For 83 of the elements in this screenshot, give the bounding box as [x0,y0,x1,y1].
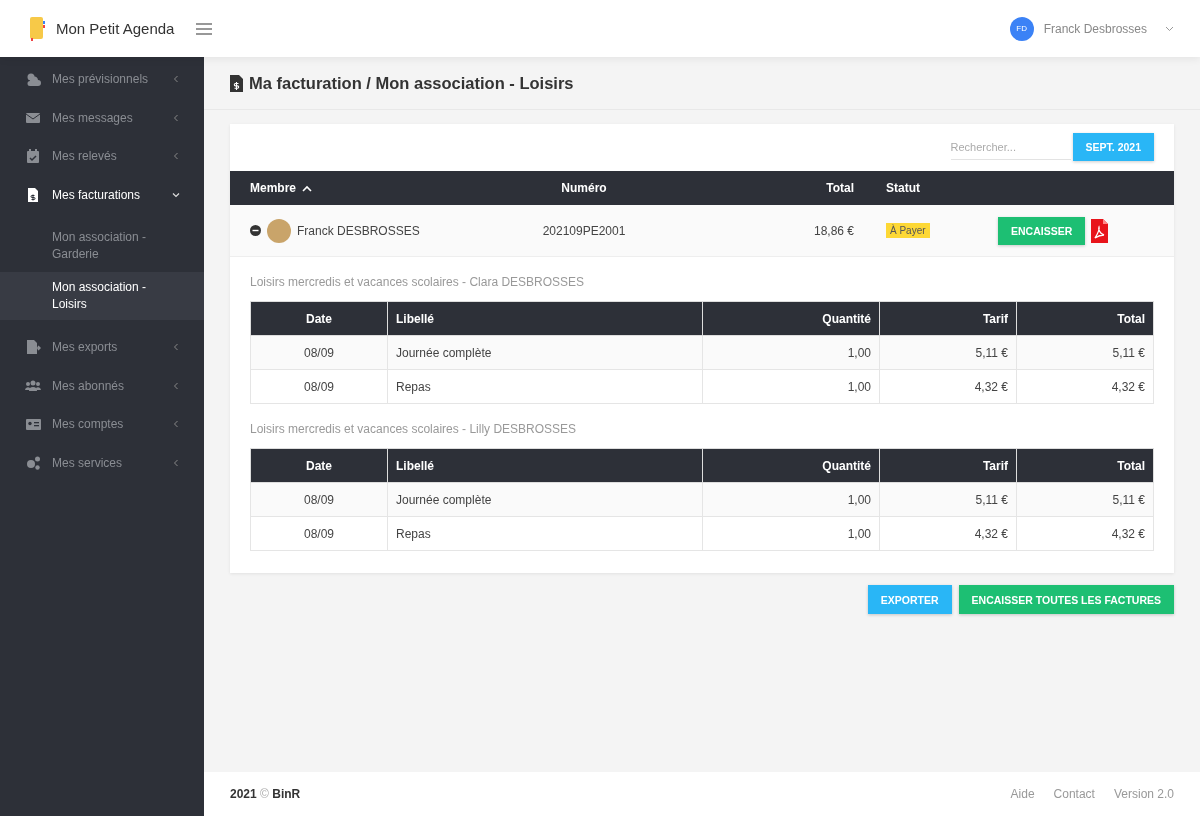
sidebar-item[interactable]: Mes facturations [0,175,204,214]
table-cell: 4,32 € [879,516,1017,551]
table-cell: 4,32 € [1016,516,1154,551]
menu-icon[interactable] [196,22,213,35]
detail-title: Loisirs mercredis et vacances scolaires - Lilly DESBROSSES [250,422,578,436]
sidebar-item[interactable]: Mes abonnés [0,366,204,405]
chevron-down-icon [172,190,180,199]
column-header[interactable]: Numéro [561,181,607,195]
column-header: Libellé [387,448,703,483]
column-header: Date [250,301,388,336]
sort-up-icon[interactable] [302,184,312,192]
sidebar-item[interactable]: Mes services [0,443,204,482]
notebook-icon [28,15,46,42]
invoice-icon [230,74,243,92]
table-cell: 5,11 € [879,335,1017,370]
sidebar-item[interactable]: Mes relevés [0,137,204,176]
table-cell: Journée complète [387,482,703,517]
column-header[interactable]: Total [826,181,854,195]
column-header: Tarif [879,301,1017,336]
table-cell: 08/09 [250,482,388,517]
invoice-icon [25,186,41,203]
id-card-icon [25,416,41,433]
user-name[interactable]: Franck Desbrosses [1043,21,1147,36]
submenu-item[interactable]: Mon association - Loisirs [0,272,204,320]
status-badge: À Payer [886,223,930,238]
sidebar-item[interactable]: Mes prévisionnels [0,60,204,99]
page-title: Ma facturation / Mon association - Loisirs [249,73,574,93]
footer-link[interactable]: Aide [1010,787,1035,801]
table-cell: 5,11 € [879,482,1017,517]
footer-link[interactable]: Contact [1053,787,1095,801]
table-cell: 1,00 [702,516,880,551]
footer-link[interactable]: Version 2.0 [1113,787,1174,801]
table-cell: 08/09 [250,516,388,551]
chevron-left-icon [172,381,180,390]
column-header: Quantité [702,448,880,483]
cash-in-button[interactable]: ENCAISSER [998,216,1086,245]
column-header[interactable]: Statut [886,181,920,195]
sidebar-item[interactable]: Mes comptes [0,405,204,444]
column-header: Total [1016,448,1154,483]
table-cell: 5,11 € [1016,335,1154,370]
chevron-left-icon [172,458,180,467]
invoice-number: 202109PE2001 [541,223,627,238]
table-cell: Repas [387,369,703,404]
table-cell: 5,11 € [1016,482,1154,517]
cash-in-all-button[interactable]: ENCAISSER TOUTES LES FACTURES [958,585,1174,614]
detail-title: Loisirs mercredis et vacances scolaires - Clara DESBROSSES [250,275,586,289]
sidebar-item[interactable]: Mes exports [0,328,204,367]
calendar-check-icon [25,148,41,165]
app-title: Mon Petit Agenda [56,20,175,37]
column-header[interactable]: Membre [250,181,296,195]
column-header: Total [1016,301,1154,336]
month-button[interactable]: SEPT. 2021 [1072,133,1154,161]
table-cell: 4,32 € [1016,369,1154,404]
table-cell: 1,00 [702,482,880,517]
chevron-left-icon [172,152,180,161]
collapse-icon[interactable] [250,225,261,236]
table-cell: 4,32 € [879,369,1017,404]
column-header: Libellé [387,301,703,336]
table-cell: 1,00 [702,335,880,370]
file-export-icon [25,339,41,356]
table-cell: Journée complète [387,335,703,370]
user-avatar[interactable]: FD [1009,16,1034,41]
export-button[interactable]: EXPORTER [867,585,952,614]
chevron-left-icon [172,420,180,429]
avatar-photo-placeholder [267,218,291,243]
copyright-text: 2021 © BinR [230,787,301,801]
invoice-row[interactable]: Franck DESBROSSES 202109PE2001 18,86 € À Payer ENCAISSER [230,205,1174,257]
table-cell: 1,00 [702,369,880,404]
table-cell: 08/09 [250,335,388,370]
chevron-left-icon [172,343,180,352]
chevron-left-icon [172,113,180,122]
column-header: Quantité [702,301,880,336]
sidebar-item[interactable]: Mes messages [0,98,204,137]
column-header: Date [250,448,388,483]
column-header: Tarif [879,448,1017,483]
member-name: Franck DESBROSSES [297,223,420,238]
invoice-total: 18,86 € [812,223,854,238]
table-cell: 08/09 [250,369,388,404]
pdf-icon[interactable] [1091,218,1109,243]
chevron-down-icon[interactable] [1165,25,1174,32]
table-cell: Repas [387,516,703,551]
submenu-item[interactable]: Mon association - Garderie [0,222,204,270]
chevron-left-icon [172,75,180,84]
